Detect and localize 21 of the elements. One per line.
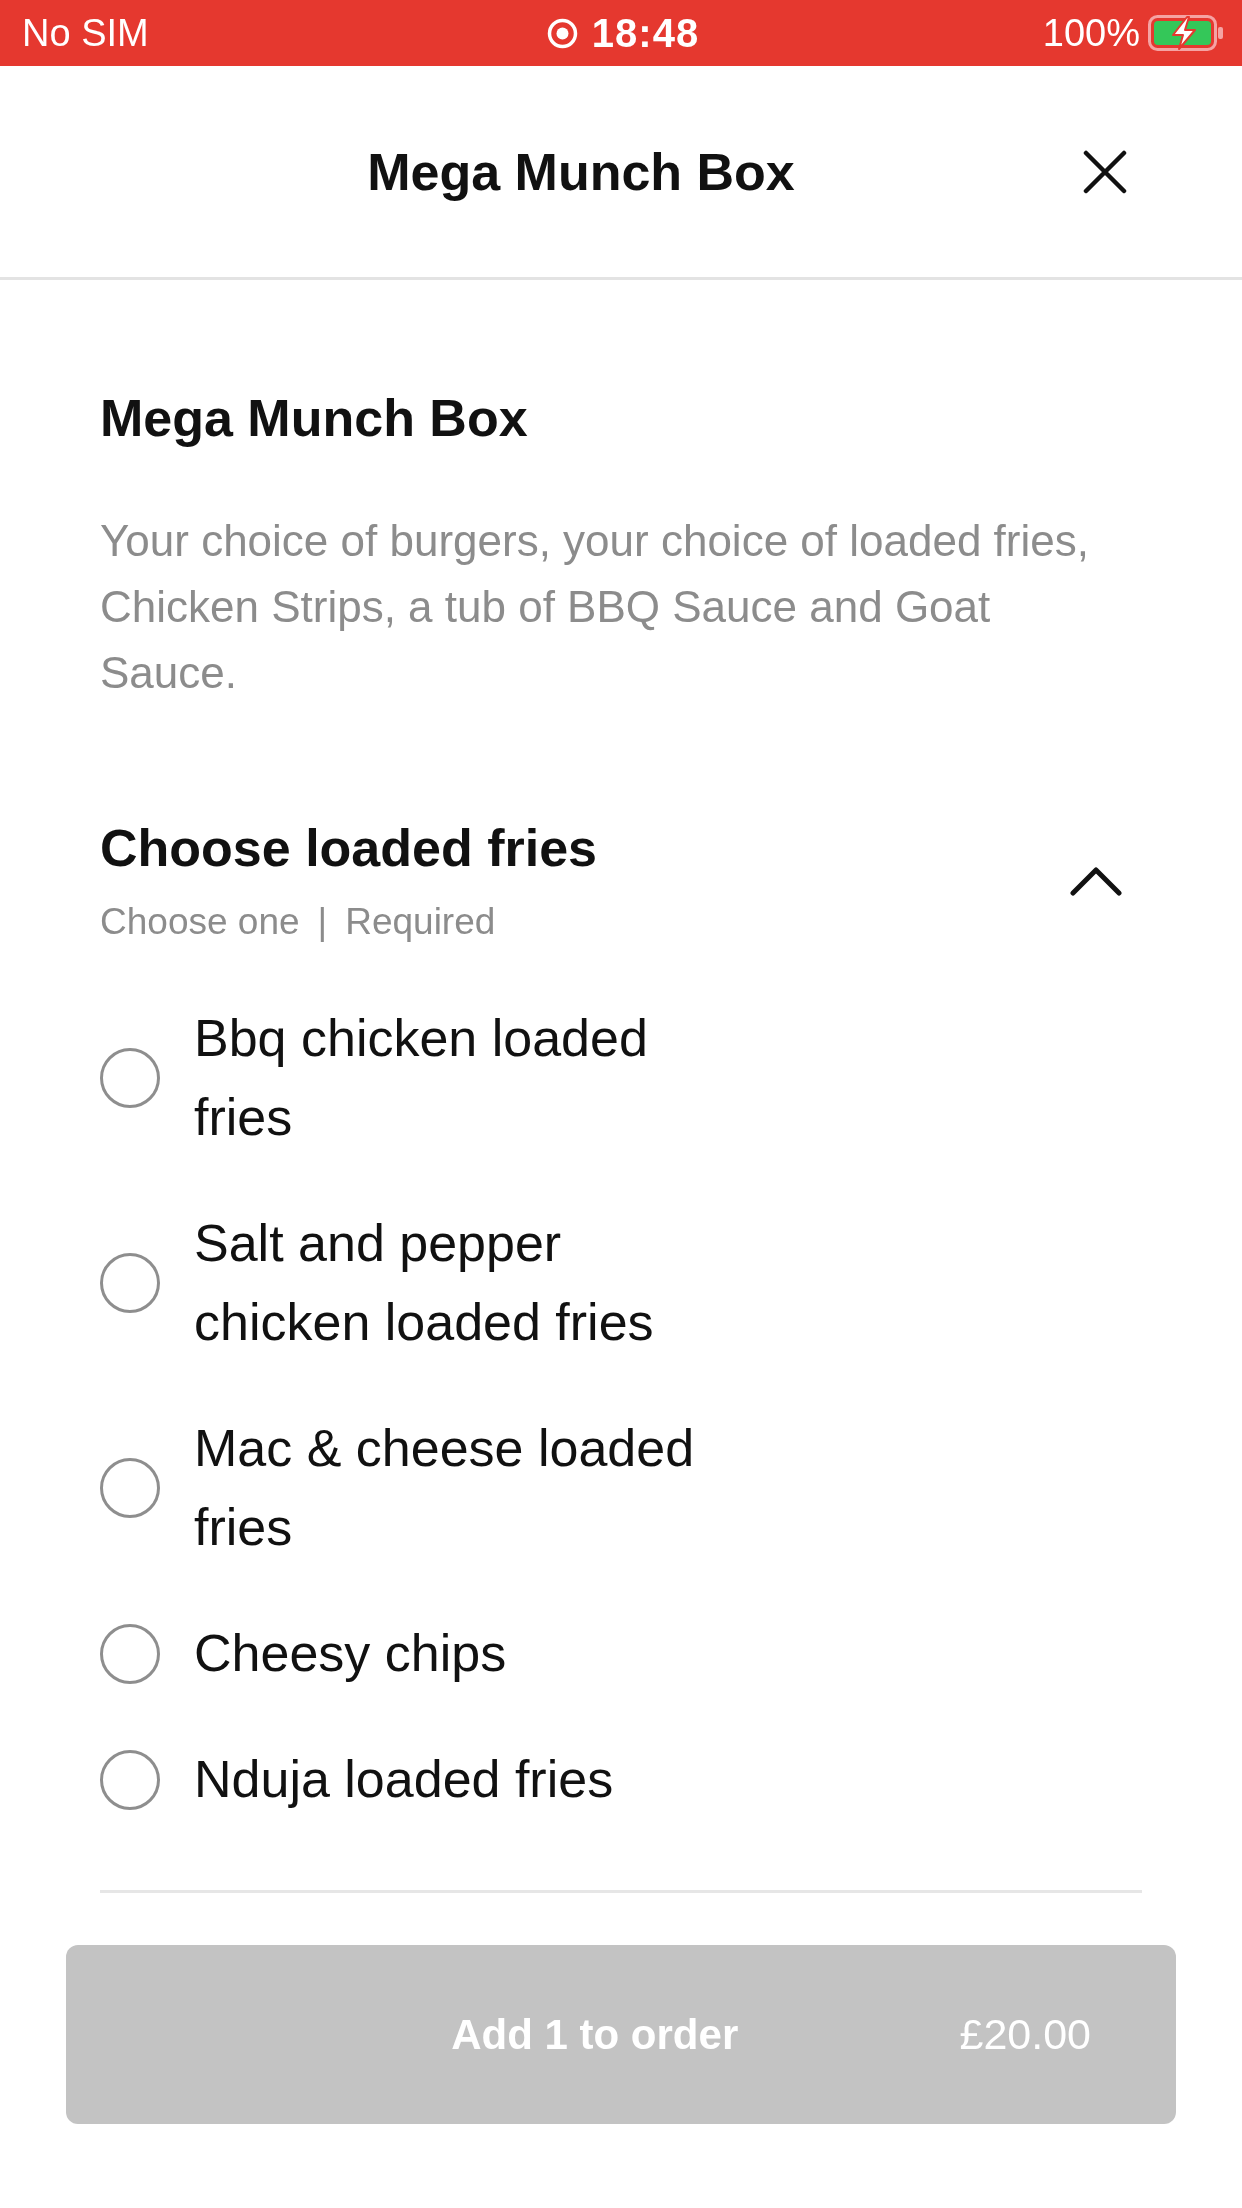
radio-option[interactable]: Bbq chicken loaded fries	[100, 999, 724, 1157]
radio-option[interactable]: Mac & cheese loaded fries	[100, 1409, 724, 1567]
close-icon	[1083, 149, 1127, 194]
radio-option[interactable]: Salt and pepper chicken loaded fries	[100, 1204, 724, 1362]
hint-text: Choose one	[100, 900, 300, 944]
close-button[interactable]	[1082, 148, 1128, 195]
battery-charging-icon	[1148, 15, 1224, 51]
chevron-up-icon[interactable]	[1070, 865, 1122, 896]
carrier-text: No SIM	[22, 11, 149, 55]
item-name: Mega Munch Box	[100, 388, 529, 449]
hint-separator: |	[317, 900, 328, 944]
header-title: Mega Munch Box	[367, 141, 795, 203]
radio-option[interactable]: Cheesy chips	[100, 1614, 507, 1693]
price-text: £20.00	[959, 2010, 1091, 2059]
section-title: Choose loaded fries	[100, 818, 597, 879]
clock-time: 18:48	[591, 10, 700, 56]
hint-text: Required	[345, 900, 496, 944]
radio-option[interactable]: Nduja loaded fries	[100, 1740, 614, 1819]
battery-percentage: 100%	[1042, 11, 1140, 55]
recording-icon	[546, 17, 578, 49]
item-description: Your choice of burgers, your choice of loaded fries, Chicken Strips, a tub of BBQ Sauce and Goat Sauce.	[100, 515, 1090, 699]
